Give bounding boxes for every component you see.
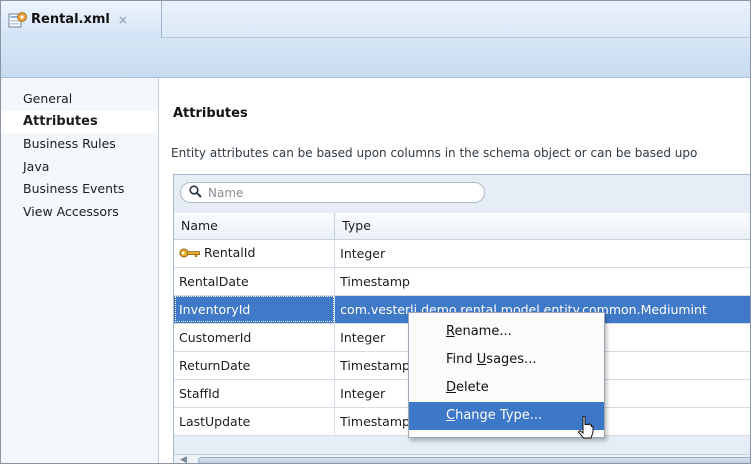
scroll-left-arrow-icon[interactable]: ◀ xyxy=(180,455,187,463)
attribute-name-cell[interactable]: InventoryId xyxy=(174,295,336,324)
column-header-name[interactable]: Name xyxy=(174,213,336,240)
page-description: Entity attributes can be based upon colu… xyxy=(171,146,698,160)
search-box[interactable] xyxy=(180,182,485,203)
sidebar-item-business-events[interactable]: Business Events xyxy=(1,178,158,201)
attribute-type-cell[interactable]: Integer xyxy=(334,239,750,268)
search-input[interactable] xyxy=(208,185,478,200)
column-header-type[interactable]: Type xyxy=(334,213,750,240)
close-icon[interactable]: × xyxy=(118,13,128,27)
attribute-name-cell[interactable]: RentalId xyxy=(174,239,336,268)
attribute-name-cell[interactable]: LastUpdate xyxy=(174,407,336,436)
attribute-name-cell[interactable]: ReturnDate xyxy=(174,351,336,380)
horizontal-scrollbar[interactable]: ◀ xyxy=(174,454,750,463)
menu-item-change-type[interactable]: Change Type... xyxy=(409,402,604,430)
table-header-row: Name Type xyxy=(174,213,750,240)
sidebar-item-business-rules[interactable]: Business Rules xyxy=(1,133,158,156)
sidebar-item-view-accessors[interactable]: View Accessors xyxy=(1,201,158,224)
sidebar-item-attributes[interactable]: Attributes xyxy=(1,110,158,133)
editor-tab-title: Rental.xml xyxy=(31,12,110,27)
editor-tab-rental-xml[interactable]: Rental.xml × xyxy=(1,1,162,38)
attribute-type-cell[interactable]: Timestamp xyxy=(334,267,750,296)
search-icon xyxy=(189,184,202,201)
primary-key-icon xyxy=(179,246,201,261)
sidebar-item-java[interactable]: Java xyxy=(1,156,158,179)
table-row[interactable]: RentalId Integer xyxy=(174,239,750,268)
menu-item-rename[interactable]: Rename... xyxy=(409,318,604,346)
editor-header-band xyxy=(1,38,750,78)
table-row[interactable]: RentalDate Timestamp xyxy=(174,267,750,296)
sidebar-item-general[interactable]: General xyxy=(1,88,158,111)
entity-editor-window: Rental.xml × General Attributes Business… xyxy=(0,0,751,464)
attribute-name-cell[interactable]: RentalDate xyxy=(174,267,336,296)
attribute-name-cell[interactable]: StaffId xyxy=(174,379,336,408)
page-title: Attributes xyxy=(173,106,248,121)
editor-side-navigation: General Attributes Business Rules Java B… xyxy=(1,78,159,463)
xml-entity-file-icon xyxy=(8,11,28,29)
scrollbar-thumb[interactable] xyxy=(198,457,750,463)
mouse-pointer-icon xyxy=(576,415,600,446)
menu-item-find-usages[interactable]: Find Usages... xyxy=(409,346,604,374)
attribute-name: RentalId xyxy=(204,245,256,260)
editor-tab-strip: Rental.xml × xyxy=(1,1,750,38)
menu-item-delete[interactable]: Delete xyxy=(409,374,604,402)
attribute-name-cell[interactable]: CustomerId xyxy=(174,323,336,352)
